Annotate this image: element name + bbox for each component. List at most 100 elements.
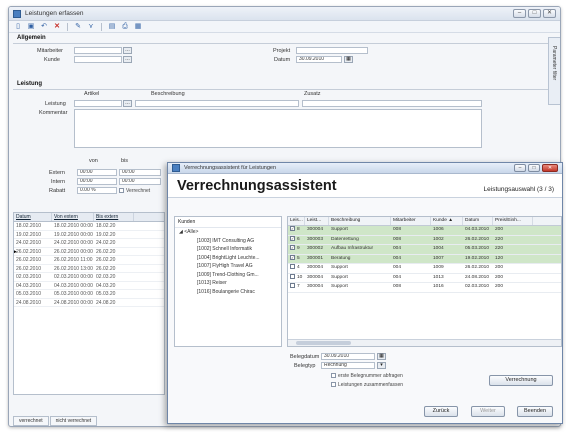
table-row[interactable]: 24.02.2010 24.02.2010 00:00 24.02.20 [14, 239, 164, 248]
grid-col-bis-extern[interactable]: Bis extern [94, 213, 134, 221]
parameter-filter-tab[interactable]: Parameter filter [548, 37, 560, 105]
checkmark-icon[interactable]: ✓ [290, 254, 295, 260]
kunde-field[interactable] [74, 56, 122, 63]
close-button[interactable]: ✕ [543, 9, 556, 18]
checkbox-box[interactable] [331, 373, 336, 379]
extern-bis-field[interactable]: 00:00 [119, 169, 161, 176]
weiter-button[interactable]: Weiter [471, 406, 505, 417]
delete-icon[interactable]: ✕ [52, 23, 62, 31]
leistung-lookup-button[interactable]: … [123, 100, 132, 107]
erste-belegnummer-checkbox[interactable]: erste Belegnummer abfragen [331, 373, 403, 379]
rabatt-field[interactable]: 0.00 % [77, 187, 117, 194]
checkmark-icon[interactable]: ✓ [290, 226, 295, 232]
checkbox-box[interactable] [290, 264, 295, 270]
kommentar-textarea[interactable] [74, 109, 482, 148]
kunde-lookup-button[interactable]: … [123, 56, 132, 63]
horizontal-scrollbar[interactable] [288, 339, 561, 346]
scrollbar-thumb[interactable] [296, 341, 351, 345]
extern-von-field[interactable]: 00:00 [77, 169, 117, 176]
report-icon[interactable]: ▤ [107, 23, 117, 31]
table-row[interactable]: 26.02.2010 26.02.2010 11:00 26.02.20 [14, 256, 164, 265]
save-icon[interactable]: ▣ [26, 23, 36, 31]
tree-item[interactable]: [1003] IMT Consulting AG [175, 237, 281, 246]
maximize-button[interactable]: □ [528, 9, 541, 18]
dialog-minimize-button[interactable]: – [514, 164, 526, 172]
belegtyp-select[interactable]: Rechnung [321, 362, 375, 369]
table-row[interactable]: 7 300004 Support 008 1016 02.03.2010 200 [288, 283, 561, 293]
tab-verrechnet[interactable]: verrechnet [13, 416, 49, 426]
checkbox-box[interactable] [331, 382, 336, 388]
cell-check[interactable]: ✓ 9 [288, 245, 305, 254]
dialog-maximize-button[interactable]: □ [528, 164, 540, 172]
new-icon[interactable]: ▯ [13, 23, 23, 31]
chevron-down-icon[interactable]: ▾ [377, 362, 386, 369]
calendar-icon[interactable]: ▦ [377, 353, 386, 360]
mitarbeiter-lookup-button[interactable]: … [123, 47, 132, 54]
table-row[interactable]: 05.03.2010 05.03.2010 00:00 05.03.20 [14, 290, 164, 299]
grid-col-datum[interactable]: Datum [14, 213, 52, 221]
tree-item[interactable]: [1004] BrightLight Leuchte... [175, 254, 281, 263]
col-kunde[interactable]: Kunde ▲ [431, 217, 463, 225]
table-row[interactable]: 10 300004 Support 004 1013 24.08.2010 200 [288, 273, 561, 283]
leistung-artikel-field[interactable] [74, 100, 122, 107]
print-icon[interactable]: ⎙ [120, 23, 130, 31]
col-preis[interactable]: Preis/Einh... [493, 217, 533, 225]
col-beschreibung[interactable]: Beschreibung [329, 217, 391, 225]
edit-icon[interactable]: ✎ [73, 23, 83, 31]
verrechnung-button[interactable]: Verrechnung [489, 375, 553, 386]
table-row[interactable]: 19.02.2010 19.02.2010 00:00 19.02.20 [14, 231, 164, 239]
dialog-close-button[interactable]: ✕ [542, 164, 558, 172]
beenden-button[interactable]: Beenden [517, 406, 553, 417]
intern-von-field[interactable]: 00:00 [77, 178, 117, 185]
checkmark-icon[interactable]: ✓ [290, 235, 295, 241]
minimize-button[interactable]: – [513, 9, 526, 18]
checkmark-icon[interactable]: ✓ [290, 245, 295, 251]
table-row[interactable]: ✓ 5 300001 Beratung 004 1007 19.02.2010 120 [288, 254, 561, 264]
calendar-icon[interactable]: ▦ [344, 56, 353, 63]
tree-root[interactable]: ◢ <Alle> [175, 228, 281, 237]
belegdatum-field[interactable]: 30.09.2010 [321, 353, 375, 360]
table-row[interactable]: 4 300004 Support 004 1009 26.02.2010 200 [288, 264, 561, 274]
tree-item[interactable]: [1002] Schnell Informatik [175, 245, 281, 254]
table-row[interactable]: ✓ 6 300003 Datenrettung 008 1002 26.02.2010 220 [288, 235, 561, 245]
col-leis[interactable]: Leis... [288, 217, 305, 225]
checkbox-box[interactable] [290, 283, 295, 289]
datum-field[interactable]: 30.09.2010 [296, 56, 342, 63]
table-row[interactable]: 26.02.2010 26.02.2010 13:00 26.02.20 [14, 265, 164, 273]
col-datum[interactable]: Datum [463, 217, 493, 225]
table-row[interactable]: 18.02.2010 18.02.2010 00:00 18.02.20 [14, 222, 164, 231]
leistung-beschreibung-field[interactable] [135, 100, 299, 107]
checkbox-box[interactable] [119, 188, 124, 194]
cell-check[interactable]: 4 [288, 264, 305, 273]
table-row[interactable]: 02.03.2010 02.03.2010 00:00 02.03.20 [14, 273, 164, 282]
cell-check[interactable]: 7 [288, 283, 305, 292]
grid-col-von-extern[interactable]: Von extern [52, 213, 94, 221]
undo-icon[interactable]: ↶ [39, 23, 49, 31]
table-row[interactable]: 04.03.2010 04.03.2010 00:00 04.03.20 [14, 282, 164, 290]
cell-check[interactable]: ✓ 8 [288, 226, 305, 235]
mitarbeiter-field[interactable] [74, 47, 122, 54]
projekt-field[interactable] [296, 47, 368, 54]
table-row[interactable]: ✓ 9 300002 Aufbau Infrastruktur 004 1004 05.03… [288, 245, 561, 255]
filter-icon[interactable]: ⋎ [86, 23, 96, 31]
zurueck-button[interactable]: Zurück [424, 406, 458, 417]
tab-nicht-verrechnet[interactable]: nicht verrechnet [49, 416, 98, 426]
checkbox-box[interactable] [290, 273, 295, 279]
export-icon[interactable]: ▦ [133, 23, 143, 31]
col-mitarbeiter[interactable]: Mitarbeiter [391, 217, 431, 225]
table-row[interactable]: 24.08.2010 24.08.2010 00:00 24.08.20 [14, 299, 164, 307]
cell-check[interactable]: ✓ 6 [288, 235, 305, 245]
cell-check[interactable]: 10 [288, 273, 305, 283]
intern-bis-field[interactable]: 00:00 [119, 178, 161, 185]
table-row[interactable]: ✓ 8 300004 Support 008 1006 04.03.2010 200 [288, 226, 561, 236]
leistung-zusatz-field[interactable] [302, 100, 482, 107]
verrechnet-checkbox[interactable]: Verrechnet [119, 188, 150, 194]
tree-item[interactable]: [1009] Trend-Clothing Gm... [175, 271, 281, 280]
tree-item[interactable]: [1016] Boulangerie Chirac [175, 288, 281, 297]
table-row[interactable]: ▶ 26.02.2010 26.02.2010 00:00 26.02.20 [14, 248, 164, 256]
cell-check[interactable]: ✓ 5 [288, 254, 305, 264]
tree-item[interactable]: [1013] Reiser [175, 279, 281, 288]
tree-item[interactable]: [1007] FlyHigh Travel AG [175, 262, 281, 271]
leistungen-zusammenfassen-checkbox[interactable]: Leistungen zusammenfassen [331, 382, 403, 388]
col-leist[interactable]: Leist... [305, 217, 329, 225]
